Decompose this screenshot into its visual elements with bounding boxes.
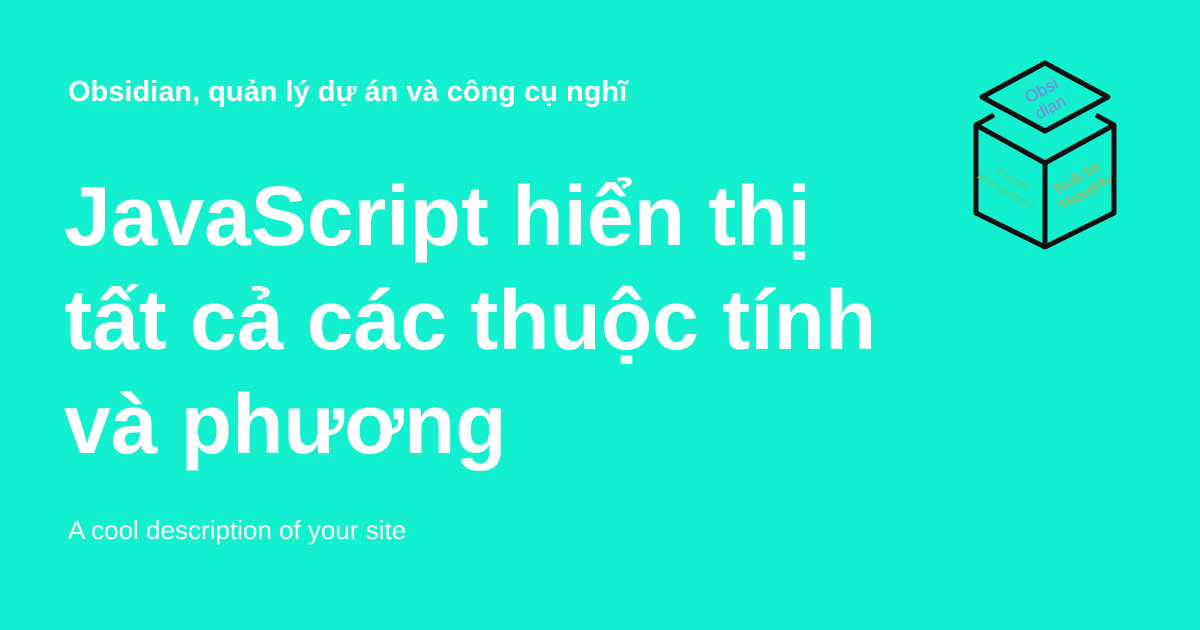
obsidian-cube-logo-icon: Obsi dian Project Management Tools for T…	[973, 60, 1117, 250]
cube-edge-left	[974, 112, 996, 128]
social-card: Obsidian, quản lý dự án và công cụ nghĩ …	[0, 0, 1200, 630]
site-description: A cool description of your site	[68, 515, 407, 545]
page-title: JavaScript hiển thị tất cả các thuộc tín…	[64, 169, 877, 471]
cube-edge-right	[1094, 112, 1116, 128]
site-name: Obsidian, quản lý dự án và công cụ nghĩ	[68, 76, 628, 108]
